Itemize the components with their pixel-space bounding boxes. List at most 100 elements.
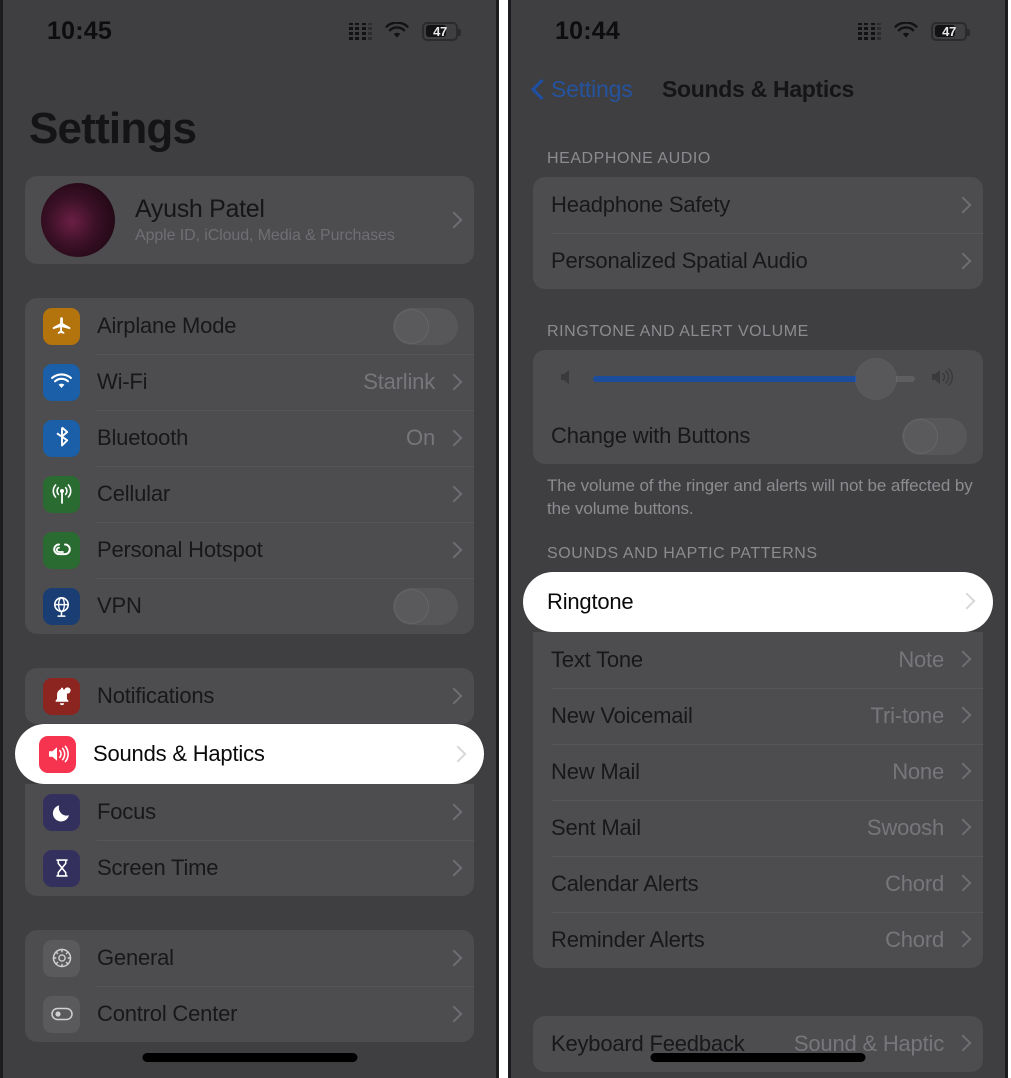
navigation-bar: Settings Sounds & Haptics (511, 62, 1005, 116)
speaker-waves-icon (39, 736, 76, 773)
row-label: Control Center (97, 1001, 447, 1027)
row-value: On (406, 425, 435, 451)
highlight-ringtone[interactable]: Ringtone (523, 572, 993, 632)
chevron-right-icon (956, 196, 967, 215)
airplane-mode-toggle[interactable] (393, 308, 458, 345)
row-value: Chord (885, 927, 944, 953)
row-label: Wi-Fi (97, 369, 363, 395)
chevron-right-icon (956, 818, 967, 837)
row-label: Headphone Safety (551, 192, 956, 218)
account-name: Ayush Patel (135, 195, 447, 224)
chevron-right-icon (447, 485, 458, 504)
moon-icon (43, 794, 80, 831)
row-value: Tri-tone (871, 703, 944, 729)
ringtone-volume-card: Change with Buttons (533, 350, 983, 464)
row-label: General (97, 945, 447, 971)
sidebar-item-sounds-haptics[interactable]: Sounds & Haptics (15, 724, 484, 784)
change-with-buttons-toggle[interactable] (902, 418, 967, 455)
row-headphone-safety[interactable]: Headphone Safety (533, 177, 983, 233)
sidebar-item-wifi[interactable]: Wi-Fi Starlink (25, 354, 474, 410)
row-reminder-alerts[interactable]: Reminder Alerts Chord (533, 912, 983, 968)
notifications-card: Notifications (25, 668, 474, 724)
sidebar-item-notifications[interactable]: Notifications (25, 668, 474, 724)
sidebar-item-control-center[interactable]: Control Center (25, 986, 474, 1042)
sidebar-item-airplane-mode[interactable]: Airplane Mode (25, 298, 474, 354)
back-label: Settings (551, 76, 633, 103)
status-bar-time: 10:44 (555, 17, 620, 46)
row-change-with-buttons[interactable]: Change with Buttons (533, 408, 983, 464)
sidebar-item-bluetooth[interactable]: Bluetooth On (25, 410, 474, 466)
chevron-right-icon (956, 706, 967, 725)
chevron-right-icon (447, 429, 458, 448)
sidebar-item-vpn[interactable]: VPN (25, 578, 474, 634)
home-indicator (651, 1053, 866, 1062)
row-sent-mail[interactable]: Sent Mail Swoosh (533, 800, 983, 856)
row-label: Text Tone (551, 647, 898, 673)
row-new-voicemail[interactable]: New Voicemail Tri-tone (533, 688, 983, 744)
row-value: None (892, 759, 944, 785)
wifi-icon (385, 22, 409, 40)
row-ringtone[interactable]: Ringtone (523, 572, 993, 632)
cellular-signal-icon (349, 23, 373, 40)
hourglass-icon (43, 850, 80, 887)
battery-percent: 47 (933, 24, 965, 39)
volume-slider-knob[interactable] (856, 359, 896, 399)
chevron-right-icon (451, 745, 462, 764)
sidebar-item-cellular[interactable]: Cellular (25, 466, 474, 522)
page-title: Settings (3, 62, 496, 176)
row-label: Calendar Alerts (551, 871, 885, 897)
row-keyboard-feedback[interactable]: Keyboard Feedback Sound & Haptic (533, 1016, 983, 1072)
row-label: Notifications (97, 683, 447, 709)
account-subtitle: Apple ID, iCloud, Media & Purchases (135, 227, 447, 245)
chevron-right-icon (447, 1005, 458, 1024)
back-button[interactable]: Settings (531, 76, 633, 103)
volume-slider-track[interactable] (593, 376, 915, 382)
chevron-left-icon (531, 78, 544, 100)
avatar (41, 183, 115, 257)
ringtone-volume-slider-row[interactable] (533, 350, 983, 408)
row-calendar-alerts[interactable]: Calendar Alerts Chord (533, 856, 983, 912)
row-label: Airplane Mode (97, 313, 393, 339)
row-label: Ringtone (547, 589, 960, 615)
airplane-icon (43, 308, 80, 345)
battery-percent: 47 (424, 24, 456, 39)
control-center-icon (43, 996, 80, 1033)
volume-slider-fill (593, 376, 876, 382)
status-bar-time: 10:45 (47, 17, 112, 46)
speaker-low-icon (557, 367, 579, 392)
apple-account-row[interactable]: Ayush Patel Apple ID, iCloud, Media & Pu… (25, 176, 474, 264)
panel-divider (499, 0, 508, 1078)
sidebar-item-general[interactable]: General (25, 930, 474, 986)
row-label: Bluetooth (97, 425, 406, 451)
row-personalized-spatial-audio[interactable]: Personalized Spatial Audio (533, 233, 983, 289)
row-label: Screen Time (97, 855, 447, 881)
bluetooth-icon (43, 420, 80, 457)
row-text-tone[interactable]: Text Tone Note (533, 632, 983, 688)
highlight-sounds-haptics[interactable]: Sounds & Haptics (15, 724, 484, 784)
row-label: Reminder Alerts (551, 927, 885, 953)
account-card: Ayush Patel Apple ID, iCloud, Media & Pu… (25, 176, 474, 264)
general-card: General Control Center (25, 930, 474, 1042)
dual-phone-screenshot: 10:45 47 (0, 0, 1011, 1078)
sidebar-item-personal-hotspot[interactable]: Personal Hotspot (25, 522, 474, 578)
chevron-right-icon (447, 687, 458, 706)
row-label: Cellular (97, 481, 447, 507)
sidebar-item-focus[interactable]: Focus (25, 784, 474, 840)
vpn-toggle[interactable] (393, 588, 458, 625)
row-new-mail[interactable]: New Mail None (533, 744, 983, 800)
wifi-icon (43, 364, 80, 401)
row-label: Focus (97, 799, 447, 825)
left-status-bar: 10:45 47 (3, 0, 496, 62)
row-value: Note (898, 647, 944, 673)
gear-icon (43, 940, 80, 977)
sidebar-item-screen-time[interactable]: Screen Time (25, 840, 474, 896)
row-label: New Voicemail (551, 703, 871, 729)
chevron-right-icon (447, 859, 458, 878)
row-label: Sent Mail (551, 815, 867, 841)
sound-patterns-card: Text Tone Note New Voicemail Tri-tone Ne… (533, 632, 983, 968)
chevron-right-icon (960, 592, 971, 611)
connectivity-card: Airplane Mode Wi-Fi Starlink Bluetooth O… (25, 298, 474, 634)
right-status-bar: 10:44 47 (511, 0, 1005, 62)
headphone-audio-card: Headphone Safety Personalized Spatial Au… (533, 177, 983, 289)
chevron-right-icon (956, 1034, 967, 1053)
